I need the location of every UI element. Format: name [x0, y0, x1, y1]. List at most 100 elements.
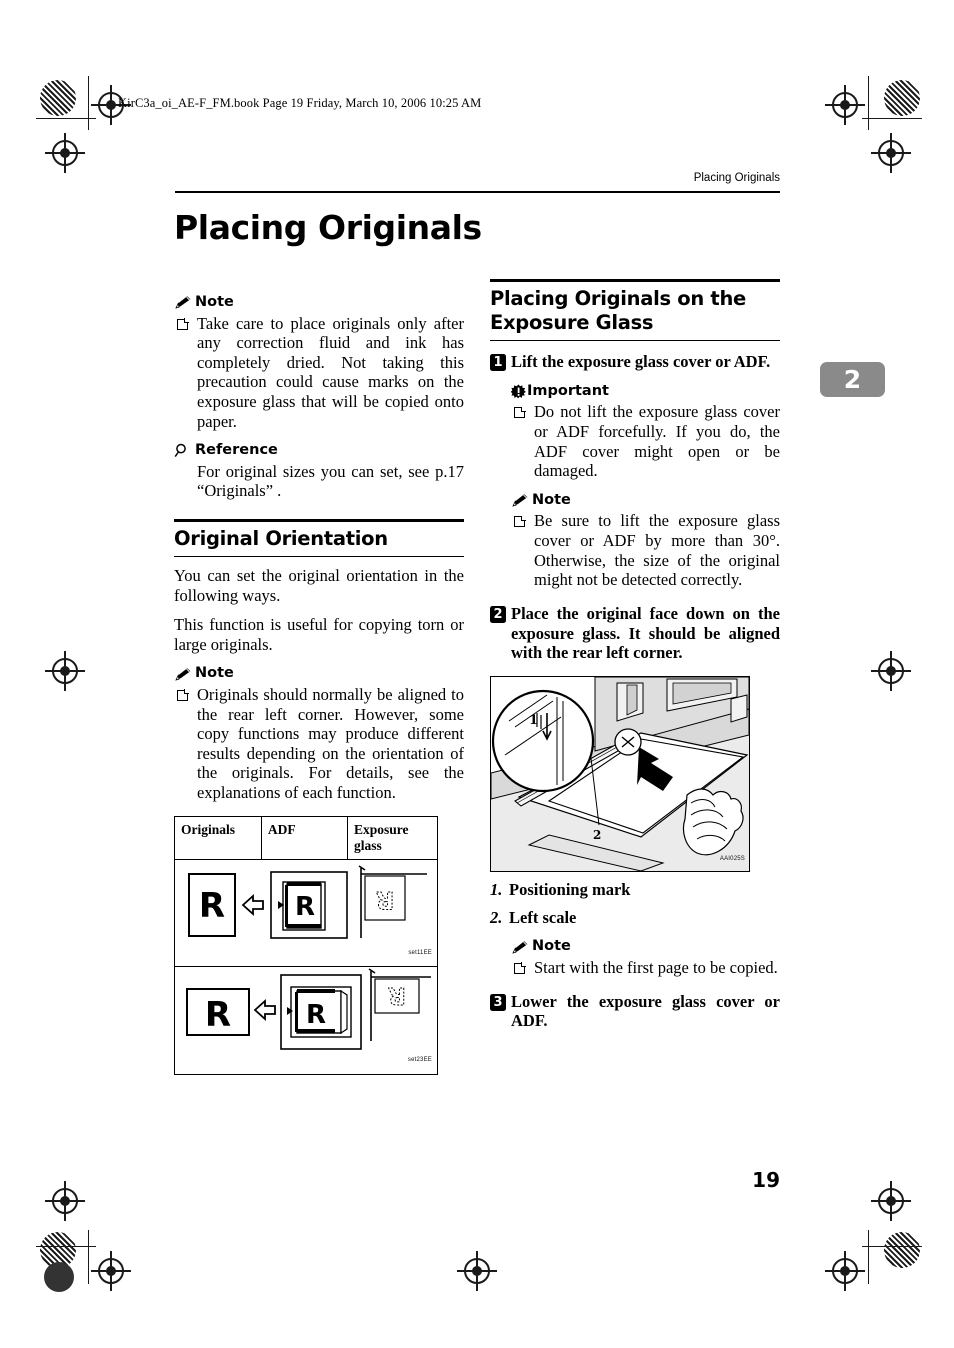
document-page: KirC3a_oi_AE-F_FM.book Page 19 Friday, M…	[0, 0, 954, 1348]
svg-text:R: R	[205, 995, 231, 1035]
note-bullet-step1: Be sure to lift the exposure glass cover…	[511, 511, 780, 589]
svg-text:R: R	[388, 982, 406, 1008]
legend-number-1: 1.	[490, 880, 503, 900]
reference-text: For original sizes you can set, see p.17…	[197, 461, 464, 501]
section-heading-original-orientation: Original Orientation	[174, 526, 388, 550]
svg-text:R: R	[306, 1000, 326, 1030]
square-bullet-icon	[514, 962, 526, 974]
important-starburst-icon	[510, 384, 526, 399]
table-header-row: Originals ADF Exposure glass	[174, 815, 438, 860]
page-number: 19	[752, 1168, 780, 1192]
step-3-number: 3	[490, 993, 506, 1011]
step-2-body: Note Start with the first page to be cop…	[511, 937, 780, 977]
diagram-caption: set11EE	[408, 949, 432, 956]
square-bullet-icon	[514, 406, 526, 419]
section-rule-bottom	[174, 555, 464, 558]
file-header-text: KirC3a_oi_AE-F_FM.book Page 19 Friday, M…	[118, 96, 482, 110]
legend-label-1: Positioning mark	[509, 880, 631, 900]
crop-mark-left-vertical	[88, 76, 90, 130]
orientation-paragraph-1: You can set the original orientation in …	[174, 566, 464, 605]
registration-target-bottom-center	[457, 1251, 497, 1291]
note-label-text: Note	[195, 294, 234, 310]
step-1-body: Important Do not lift the exposure glass…	[510, 382, 780, 590]
registration-target-mid-right-upper	[871, 133, 911, 173]
pencil-icon	[174, 667, 192, 682]
note-label-text: Note	[532, 938, 571, 955]
square-bullet-icon	[514, 515, 526, 528]
pencil-icon	[511, 493, 529, 508]
table-header-originals: Originals	[174, 815, 262, 860]
crop-mark-right-vertical-bottom	[868, 1230, 870, 1284]
step-2-number: 2	[490, 605, 506, 623]
running-header: Placing Originals	[693, 172, 780, 184]
svg-text:R: R	[295, 892, 315, 922]
registration-target-low-right	[871, 1181, 911, 1221]
note-label-step1: Note	[511, 491, 780, 511]
important-bullet: Do not lift the exposure glass cover or …	[511, 402, 780, 480]
registration-hatch-bottom-right	[884, 1232, 920, 1268]
note-label-step2: Note	[511, 937, 780, 957]
step-3: 3 Lower the exposure glass cover or ADF.	[490, 992, 780, 1032]
legend-number-2: 2.	[490, 907, 503, 927]
orientation-diagram-portrait: R R R set11EE	[174, 858, 438, 968]
crop-mark-top-horizontal-right	[862, 118, 922, 120]
step-3-text: Lower the exposure glass cover or ADF.	[511, 991, 780, 1031]
diagram-caption: set23EE	[407, 1057, 432, 1064]
important-bullet-text: Do not lift the exposure glass cover or …	[534, 402, 780, 481]
table-header-adf: ADF	[260, 815, 349, 860]
step-1: 1 Lift the exposure glass cover or ADF.	[490, 352, 780, 372]
crop-mark-bottom-horizontal-left	[36, 1246, 96, 1248]
illustration-caption: AAI025S	[719, 855, 745, 862]
note-bullet-step2-text: Start with the first page to be copied.	[534, 958, 778, 977]
right-column: Placing Originals on the Exposure Glass …	[490, 277, 780, 1031]
crop-mark-left-vertical-bottom	[88, 1230, 90, 1284]
square-bullet-icon	[177, 317, 189, 330]
registration-target-mid-right	[871, 651, 911, 691]
table-row: R R R set11EE	[174, 858, 438, 968]
step-1-text: Lift the exposure glass cover or ADF.	[511, 352, 771, 372]
crop-mark-bottom-horizontal-right	[862, 1246, 922, 1248]
original-orientation-section: Original Orientation	[174, 518, 464, 558]
registration-target-top-right	[825, 85, 865, 125]
left-column: Note Take care to place originals only a…	[174, 283, 464, 1075]
svg-text:R: R	[199, 886, 225, 926]
chapter-tab: 2	[820, 362, 885, 397]
svg-text:2: 2	[593, 828, 601, 842]
orientation-paragraph-2: This function is useful for copying torn…	[174, 615, 464, 654]
registration-hatch-top-right	[884, 80, 920, 116]
step-1-number: 1	[490, 354, 506, 372]
pencil-icon	[511, 940, 529, 955]
portrait-orientation-graphic: R R R	[188, 864, 427, 939]
registration-target-mid-left-upper	[45, 133, 85, 173]
magnifier-icon	[174, 443, 192, 458]
reference-label: Reference	[174, 441, 464, 461]
orientation-table: Originals ADF Exposure glass R R R set11…	[174, 815, 438, 1075]
section-heading-placing-on-exposure-glass: Placing Originals on the Exposure Glass	[490, 286, 746, 334]
important-label-text: Important	[527, 382, 609, 399]
copier-illustration-graphic: 1 2	[490, 676, 750, 872]
step-2-text: Place the original face down on the expo…	[511, 603, 780, 663]
legend-item-2: 2. Left scale	[490, 908, 780, 928]
note-label-2: Note	[174, 664, 464, 684]
registration-target-bottom-left	[91, 1251, 131, 1291]
note-label-1: Note	[174, 293, 464, 313]
landscape-orientation-graphic: R R R	[186, 968, 431, 1050]
registration-hatch-top-left	[40, 80, 76, 116]
section-rule-bottom	[490, 339, 780, 342]
orientation-diagram-landscape: R R R set23EE	[174, 966, 438, 1075]
crop-mark-right-vertical	[868, 76, 870, 130]
important-label: Important	[510, 382, 780, 402]
note-bullet-step1-text: Be sure to lift the exposure glass cover…	[534, 511, 780, 590]
reference-label-text: Reference	[195, 442, 278, 459]
registration-target-mid-left	[45, 651, 85, 691]
svg-text:R: R	[376, 886, 394, 914]
step-2: 2 Place the original face down on the ex…	[490, 604, 780, 663]
registration-target-bottom-right	[825, 1251, 865, 1291]
legend-item-1: 1. Positioning mark	[490, 880, 780, 900]
page-title: Placing Originals	[174, 208, 482, 247]
pencil-icon	[174, 295, 192, 310]
table-row: R R R set23EE	[174, 966, 438, 1075]
square-bullet-icon	[177, 689, 189, 701]
table-header-exposure-glass: Exposure glass	[347, 815, 438, 860]
note-label-text: Note	[195, 665, 234, 682]
